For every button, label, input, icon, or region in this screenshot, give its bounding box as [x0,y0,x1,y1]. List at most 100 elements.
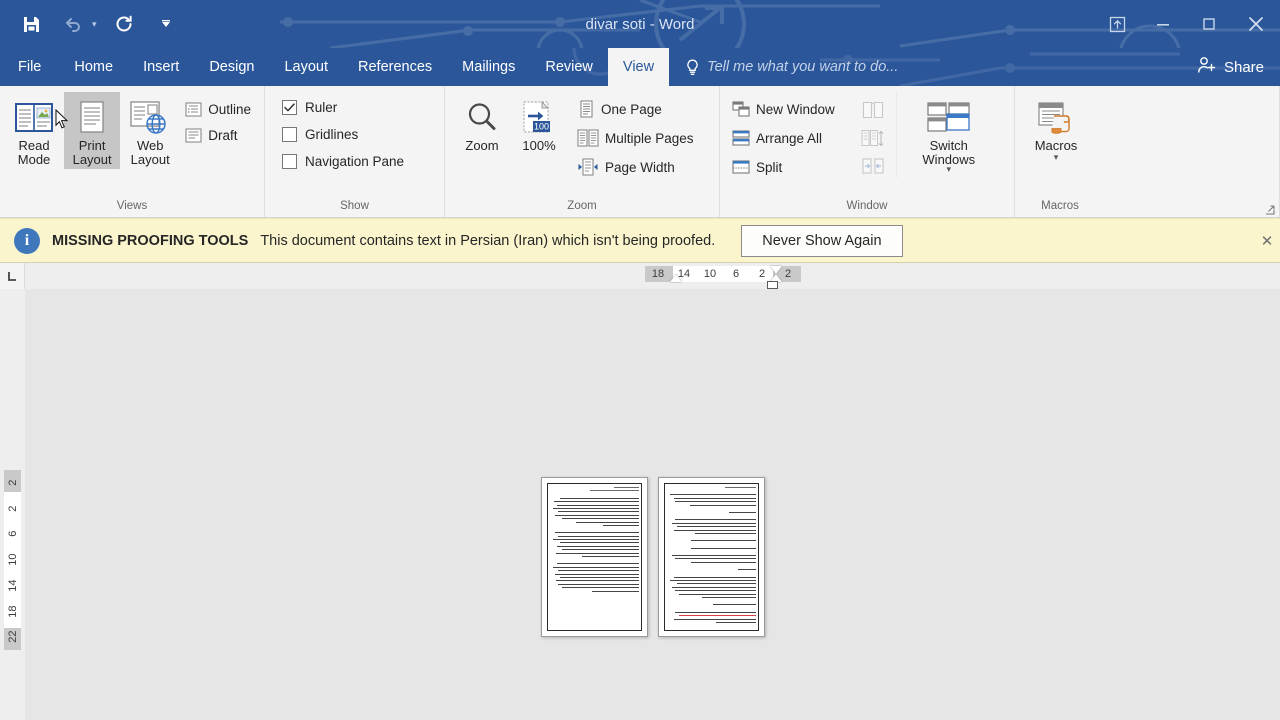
zoom-100-button[interactable]: 100 100% [511,92,567,156]
notification-title: MISSING PROOFING TOOLS [52,232,249,249]
tab-home[interactable]: Home [59,48,128,86]
zoom-magnifier-icon [465,97,499,139]
gridlines-checkbox[interactable]: Gridlines [279,124,410,145]
horizontal-ruler[interactable]: 2 2 6 10 14 18 [0,263,1280,289]
undo-dropdown-icon[interactable]: ▾ [92,19,97,30]
text-line [576,521,639,523]
macros-group-label: Macros [1041,200,1079,212]
share-button[interactable]: Share [1183,48,1280,86]
print-layout-button[interactable]: Print Layout [64,92,121,170]
redo-icon[interactable] [109,9,139,39]
one-page-button[interactable]: One Page [573,97,701,121]
tab-mailings[interactable]: Mailings [447,48,530,86]
paragraph [667,494,756,508]
tab-layout[interactable]: Layout [269,48,343,86]
customize-qat-icon[interactable] [151,9,181,39]
text-line [673,618,756,620]
left-indent-marker[interactable] [767,281,778,289]
tab-file[interactable]: File [0,48,60,86]
read-mode-icon [14,97,54,139]
horizontal-ruler-track[interactable]: 2 2 6 10 14 18 [25,263,1280,289]
new-window-label: New Window [756,101,835,117]
vruler-tick: 2 [6,479,19,486]
text-line [728,511,756,513]
paragraph [667,519,756,536]
paragraph [667,569,756,572]
page-width-button[interactable]: Page Width [573,155,701,179]
macros-button[interactable]: Macros ▾ [1023,92,1089,164]
text-line [671,522,756,524]
text-line [553,501,639,503]
text-line [560,576,639,578]
arrange-all-button[interactable]: Arrange All [728,126,842,150]
chevron-down-icon[interactable]: ▾ [947,165,952,174]
text-line [677,526,756,528]
document-page[interactable] [540,477,648,637]
ruler-checkbox[interactable]: Ruler [279,97,410,118]
multiple-pages-button[interactable]: Multiple Pages [573,126,701,150]
text-line [560,542,639,544]
window-title: divar soti - Word [585,15,695,33]
zoom-button[interactable]: Zoom [455,92,509,156]
save-icon[interactable] [16,9,46,39]
paragraph [550,497,639,529]
ribbon-group-window: New Window Arrange All Split Switch Wind… [720,86,1015,217]
lightbulb-icon [685,59,700,76]
undo-icon[interactable] [58,9,88,39]
draft-label: Draft [208,127,238,143]
tab-review[interactable]: Review [530,48,608,86]
checkbox-unchecked-icon [282,127,297,142]
paragraph [667,611,756,626]
close-icon[interactable] [1232,0,1280,48]
views-small-commands: Outline Draft [180,92,258,147]
first-line-indent-marker[interactable] [770,266,782,274]
read-mode-label: Read Mode [17,138,51,167]
navigation-pane-checkbox[interactable]: Navigation Pane [279,151,410,172]
paragraph [667,547,756,551]
text-line [555,552,639,554]
outline-button[interactable]: Outline [180,97,258,121]
text-line [554,532,639,534]
text-line [673,576,756,578]
minimize-icon[interactable] [1140,0,1186,48]
paragraph [550,532,639,559]
tab-insert[interactable]: Insert [128,48,194,86]
chevron-down-icon[interactable]: ▾ [1054,152,1059,161]
synchronous-scrolling-icon [860,126,886,150]
new-window-button[interactable]: New Window [728,97,842,121]
text-line [556,563,639,565]
read-mode-button[interactable]: Read Mode [6,92,62,169]
ribbon-display-options-icon[interactable] [1094,0,1140,48]
web-layout-button[interactable]: Web Layout [122,92,178,169]
text-line [671,586,756,588]
show-group-label: Show [340,200,369,212]
multiple-pages-label: Multiple Pages [605,130,694,146]
ribbon-dialog-launcher-icon[interactable] [1264,203,1276,215]
split-button[interactable]: Split [728,155,842,179]
ribbon-group-zoom: Zoom 100 100% One Page Multiple Pages Pa… [445,86,720,217]
hruler-tick: 6 [732,268,740,280]
text-line [555,580,639,582]
tell-me-search[interactable]: Tell me what you want to do... [669,48,910,86]
split-icon [732,158,750,176]
tab-design[interactable]: Design [194,48,269,86]
vertical-ruler[interactable]: 2 2 6 10 14 18 22 [0,289,25,720]
restore-icon[interactable] [1186,0,1232,48]
tab-references[interactable]: References [343,48,447,86]
close-icon[interactable]: ✕ [1256,230,1278,252]
text-line [602,524,639,526]
never-show-again-button[interactable]: Never Show Again [741,224,903,257]
notification-message: This document contains text in Persian (… [260,232,716,249]
right-indent-marker[interactable] [670,274,682,282]
document-page[interactable] [657,477,765,637]
draft-button[interactable]: Draft [180,123,258,147]
ribbon: Read Mode Print Layout Web Layout Outlin… [0,86,1280,218]
one-page-label: One Page [601,101,662,117]
text-line [678,615,756,617]
document-canvas[interactable] [25,289,1280,720]
tab-stop-left-icon[interactable] [0,263,25,289]
split-label: Split [756,159,783,175]
ribbon-group-views: Read Mode Print Layout Web Layout Outlin… [0,86,265,217]
tab-view[interactable]: View [607,48,670,86]
switch-windows-button[interactable]: Switch Windows ▾ [903,92,995,176]
